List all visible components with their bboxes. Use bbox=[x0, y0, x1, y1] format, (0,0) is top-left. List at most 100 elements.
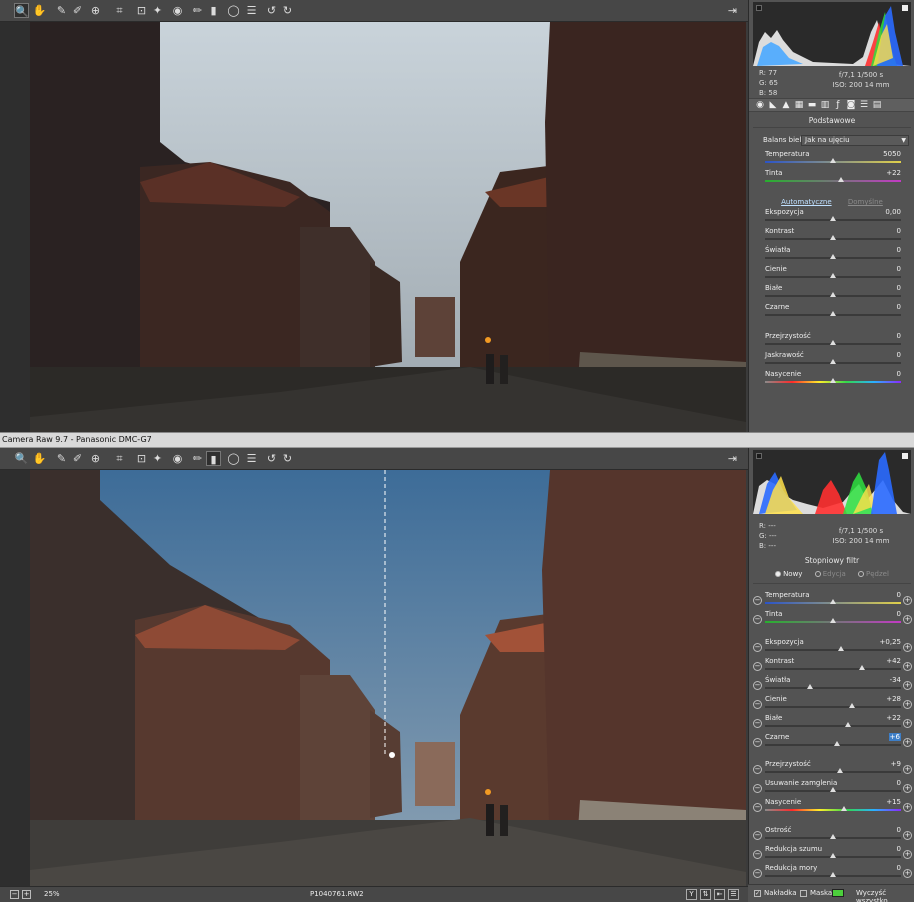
preview-preferences-icon[interactable]: ☰ bbox=[728, 889, 739, 900]
slider-value[interactable]: +9 bbox=[891, 760, 901, 768]
tone-curve-tab-icon[interactable]: ◣ bbox=[768, 100, 778, 110]
copy-settings-icon[interactable]: ⇤ bbox=[714, 889, 725, 900]
crop-icon[interactable]: ⌗ bbox=[112, 451, 127, 466]
image-preview[interactable] bbox=[30, 22, 746, 432]
white-balance-icon[interactable]: ✎ bbox=[54, 451, 69, 466]
slider-value[interactable]: 0 bbox=[897, 610, 901, 618]
slider-value[interactable]: 5050 bbox=[883, 150, 901, 158]
zoom-out-button[interactable]: − bbox=[10, 890, 19, 899]
slider-thumb[interactable] bbox=[830, 378, 836, 383]
slider-thumb[interactable] bbox=[830, 254, 836, 259]
slider-value[interactable]: 0 bbox=[897, 864, 901, 872]
presets-tab-icon[interactable]: ☰ bbox=[859, 100, 869, 110]
rotate-left-icon[interactable]: ↺ bbox=[264, 3, 279, 18]
targeted-adjustment-icon[interactable]: ⊕ bbox=[88, 3, 103, 18]
slider-thumb[interactable] bbox=[836, 768, 843, 773]
slider-value[interactable]: 0 bbox=[897, 779, 901, 787]
minus-icon[interactable]: − bbox=[753, 719, 762, 728]
slider-track[interactable] bbox=[765, 744, 901, 746]
hand-icon[interactable]: ✋ bbox=[32, 451, 47, 466]
plus-icon[interactable]: + bbox=[903, 681, 912, 690]
slider-thumb[interactable] bbox=[849, 703, 856, 708]
slider-value[interactable]: 0 bbox=[897, 591, 901, 599]
hand-icon[interactable]: ✋ bbox=[32, 3, 47, 18]
slider-value[interactable]: 0 bbox=[897, 284, 901, 292]
slider-track[interactable] bbox=[765, 706, 901, 708]
plus-icon[interactable]: + bbox=[903, 662, 912, 671]
rotate-right-icon[interactable]: ↻ bbox=[280, 3, 295, 18]
plus-icon[interactable]: + bbox=[903, 719, 912, 728]
slider-value[interactable]: 0,00 bbox=[885, 208, 901, 216]
slider-thumb[interactable] bbox=[844, 722, 851, 727]
slider-thumb[interactable] bbox=[830, 787, 836, 792]
plus-icon[interactable]: + bbox=[903, 869, 912, 878]
slider-track[interactable] bbox=[765, 687, 901, 689]
spot-removal-icon[interactable]: ✦ bbox=[150, 3, 165, 18]
plus-icon[interactable]: + bbox=[903, 596, 912, 605]
default-link[interactable]: Domyślne bbox=[848, 198, 883, 206]
slider-thumb[interactable] bbox=[830, 235, 836, 240]
lens-tab-icon[interactable]: ▥ bbox=[820, 100, 830, 110]
slider-value[interactable]: +0,25 bbox=[880, 638, 901, 646]
shadow-clipping-toggle[interactable] bbox=[756, 5, 762, 11]
slider-track[interactable] bbox=[765, 725, 901, 727]
minus-icon[interactable]: − bbox=[753, 765, 762, 774]
slider-value[interactable]: 0 bbox=[897, 845, 901, 853]
graduated-filter-icon[interactable]: ▮ bbox=[206, 451, 221, 466]
highlight-clipping-toggle[interactable] bbox=[902, 5, 908, 11]
plus-icon[interactable]: + bbox=[903, 784, 912, 793]
image-preview[interactable] bbox=[30, 470, 746, 888]
slider-thumb[interactable] bbox=[806, 684, 813, 689]
slider-thumb[interactable] bbox=[838, 177, 845, 182]
zoom-icon[interactable]: 🔍 bbox=[14, 451, 29, 466]
clear-all-button[interactable]: Wyczyść wszystko bbox=[856, 889, 914, 902]
minus-icon[interactable]: − bbox=[753, 615, 762, 624]
mask-checkbox[interactable] bbox=[800, 890, 807, 897]
zoom-level[interactable]: 25% bbox=[44, 890, 60, 898]
zoom-icon[interactable]: 🔍 bbox=[14, 3, 29, 18]
slider-value[interactable]: +15 bbox=[886, 798, 901, 806]
slider-thumb[interactable] bbox=[840, 806, 847, 811]
white-balance-icon[interactable]: ✎ bbox=[54, 3, 69, 18]
straighten-icon[interactable]: ⊡ bbox=[134, 451, 149, 466]
slider-track[interactable] bbox=[765, 180, 901, 182]
hsl-tab-icon[interactable]: ▦ bbox=[794, 100, 804, 110]
camera-calibration-tab-icon[interactable]: ◙ bbox=[846, 100, 856, 110]
slider-value[interactable]: -34 bbox=[890, 676, 901, 684]
slider-thumb[interactable] bbox=[830, 618, 836, 623]
radial-filter-icon[interactable]: ◯ bbox=[226, 451, 241, 466]
radio-edit[interactable]: Edycja bbox=[814, 570, 846, 578]
plus-icon[interactable]: + bbox=[903, 615, 912, 624]
effects-tab-icon[interactable]: ƒ bbox=[833, 100, 843, 110]
minus-icon[interactable]: − bbox=[753, 784, 762, 793]
slider-value[interactable]: 0 bbox=[897, 351, 901, 359]
minus-icon[interactable]: − bbox=[753, 803, 762, 812]
spot-removal-icon[interactable]: ✦ bbox=[150, 451, 165, 466]
radial-filter-icon[interactable]: ◯ bbox=[226, 3, 241, 18]
slider-thumb[interactable] bbox=[830, 292, 836, 297]
minus-icon[interactable]: − bbox=[753, 738, 762, 747]
slider-value[interactable]: 0 bbox=[897, 370, 901, 378]
radio-brush[interactable]: Pędzel bbox=[858, 570, 889, 578]
minus-icon[interactable]: − bbox=[753, 596, 762, 605]
slider-value[interactable]: 0 bbox=[897, 246, 901, 254]
minus-icon[interactable]: − bbox=[753, 681, 762, 690]
plus-icon[interactable]: + bbox=[903, 765, 912, 774]
color-sampler-icon[interactable]: ✐ bbox=[70, 3, 85, 18]
plus-icon[interactable]: + bbox=[903, 831, 912, 840]
slider-value[interactable]: +6 bbox=[888, 733, 901, 741]
plus-icon[interactable]: + bbox=[903, 643, 912, 652]
slider-value[interactable]: 0 bbox=[897, 303, 901, 311]
plus-icon[interactable]: + bbox=[903, 803, 912, 812]
minus-icon[interactable]: − bbox=[753, 869, 762, 878]
slider-value[interactable]: +22 bbox=[886, 169, 901, 177]
white-balance-select[interactable]: Jak na ujęciu ▼ bbox=[801, 135, 909, 146]
minus-icon[interactable]: − bbox=[753, 662, 762, 671]
slider-thumb[interactable] bbox=[830, 273, 836, 278]
crop-icon[interactable]: ⌗ bbox=[112, 3, 127, 18]
color-sampler-icon[interactable]: ✐ bbox=[70, 451, 85, 466]
slider-thumb[interactable] bbox=[830, 158, 836, 163]
radio-new[interactable]: Nowy bbox=[775, 570, 802, 578]
slider-value[interactable]: 0 bbox=[897, 227, 901, 235]
zoom-in-button[interactable]: + bbox=[22, 890, 31, 899]
